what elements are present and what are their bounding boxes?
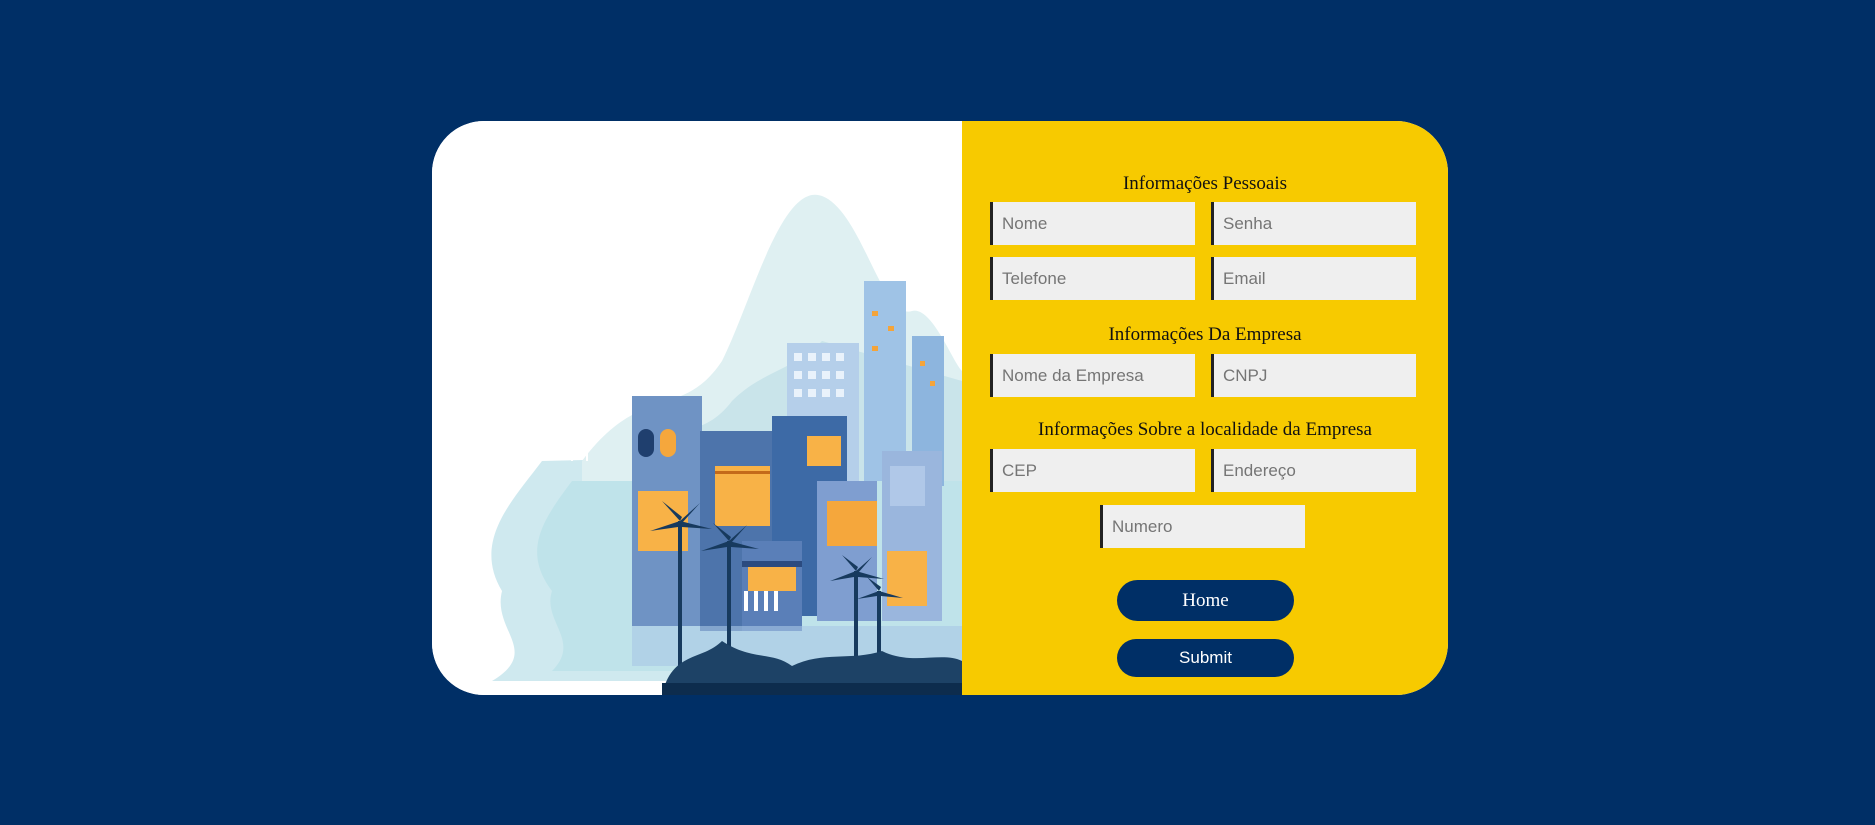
email-field[interactable]	[1211, 257, 1416, 300]
cep-field[interactable]	[990, 449, 1195, 492]
city-illustration-image	[491, 194, 962, 695]
phone-field[interactable]	[990, 257, 1195, 300]
submit-button[interactable]: Submit	[1117, 639, 1294, 677]
name-field[interactable]	[990, 202, 1195, 245]
city-illustration	[432, 121, 962, 695]
home-button[interactable]: Home	[1117, 580, 1294, 621]
location-info-title: Informações Sobre a localidade da Empres…	[1038, 419, 1372, 440]
password-field[interactable]	[1211, 202, 1416, 245]
cnpj-field[interactable]	[1211, 354, 1416, 397]
register-form: Informações Pessoais Informações Da Empr…	[962, 121, 1448, 695]
company-info-title: Informações Da Empresa	[1108, 324, 1302, 345]
number-field[interactable]	[1100, 505, 1305, 548]
address-field[interactable]	[1211, 449, 1416, 492]
company-name-field[interactable]	[990, 354, 1195, 397]
personal-info-title: Informações Pessoais	[1122, 173, 1288, 194]
register-card: Informações Pessoais Informações Da Empr…	[432, 121, 1448, 695]
